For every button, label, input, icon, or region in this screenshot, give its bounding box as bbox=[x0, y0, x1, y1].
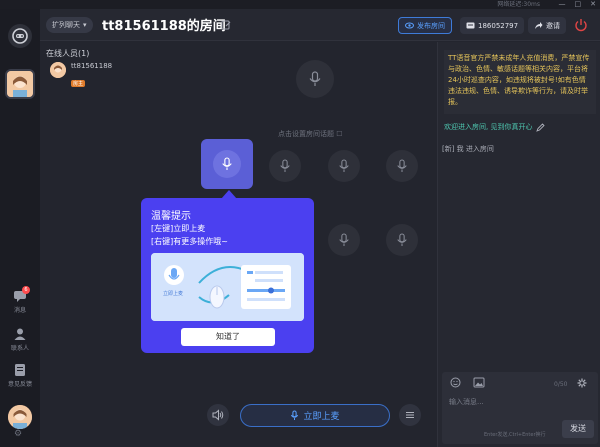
chat-settings-gear-icon[interactable] bbox=[577, 378, 587, 388]
microphone-icon bbox=[397, 159, 407, 172]
app-logo-icon[interactable] bbox=[8, 24, 32, 48]
microphone-icon bbox=[291, 410, 299, 420]
account-id-label: 186052797 bbox=[478, 21, 519, 30]
minimize-button[interactable]: — bbox=[559, 0, 566, 9]
member-avatar bbox=[50, 62, 66, 78]
share-icon bbox=[535, 22, 543, 29]
rail-label-messages: 消息 bbox=[13, 307, 26, 314]
edit-icon: ☐ bbox=[336, 130, 343, 138]
more-menu-button[interactable] bbox=[399, 404, 421, 426]
tip-illustration: 立即上麦 bbox=[151, 253, 304, 321]
edit-welcome-icon[interactable] bbox=[536, 122, 546, 132]
microphone-icon bbox=[397, 233, 407, 246]
left-rail: 6 消息 联系人 意见反馈 ⚙ bbox=[0, 9, 40, 447]
got-it-button[interactable]: 知道了 bbox=[181, 328, 275, 346]
settings-gear-icon[interactable]: ⚙ bbox=[14, 429, 22, 439]
welcome-text: 欢迎进入房间, 见到你真开心 bbox=[444, 123, 533, 131]
room-mode-dropdown[interactable]: 扩列聊天 ▾ bbox=[46, 17, 93, 33]
host-mic-seat[interactable] bbox=[296, 60, 334, 98]
chevron-down-icon: ▾ bbox=[83, 21, 87, 29]
char-count: 0/50 bbox=[554, 381, 568, 388]
current-room-thumbnail[interactable] bbox=[5, 69, 35, 99]
room-topic-setter[interactable]: 点击设置房间话题 ☐ bbox=[278, 129, 343, 139]
tip-popup: 温馨提示 [左键]立即上麦 [右键]有更多操作哦~ 立即上麦 知道了 bbox=[141, 198, 314, 353]
invite-label: 邀请 bbox=[546, 21, 560, 30]
room-title: tt81561188的房间 bbox=[102, 19, 226, 34]
account-id-button[interactable]: 186052797 bbox=[460, 17, 525, 34]
rail-item-messages[interactable]: 6 消息 bbox=[0, 286, 40, 314]
join-mic-label: 立即上麦 bbox=[303, 412, 340, 422]
volume-button[interactable] bbox=[207, 404, 229, 426]
online-members-title: 在线人员(1) bbox=[46, 49, 90, 58]
menu-icon bbox=[406, 412, 414, 418]
rail-label-contacts: 联系人 bbox=[10, 345, 29, 352]
network-status: 网络延迟:30ms bbox=[497, 1, 540, 8]
messages-badge: 6 bbox=[22, 286, 30, 294]
host-tag: 房主 bbox=[71, 80, 86, 87]
voice-room-app: 网络延迟:30ms — □ ✕ 6 消息 联系人 意见反馈 ⚙ 扩列聊天 ▾ t… bbox=[0, 0, 600, 447]
microphone-icon bbox=[339, 233, 349, 246]
tip-line-right-click: [右键]有更多操作哦~ bbox=[151, 237, 228, 246]
mic-seat-7[interactable] bbox=[328, 224, 360, 256]
mic-seat-8[interactable] bbox=[386, 224, 418, 256]
image-icon[interactable] bbox=[473, 377, 485, 388]
member-name: tt81561188 bbox=[71, 62, 113, 70]
id-card-icon bbox=[466, 22, 475, 29]
welcome-message[interactable]: 欢迎进入房间, 见到你真开心 bbox=[444, 122, 546, 132]
send-hint: Enter发送,Ctrl+Enter换行 bbox=[484, 432, 546, 438]
maximize-button[interactable]: □ bbox=[575, 0, 582, 9]
microphone-icon bbox=[309, 71, 321, 86]
invite-button[interactable]: 邀请 bbox=[528, 17, 566, 34]
member-list-item[interactable]: tt81561188 房主 bbox=[50, 62, 112, 89]
exit-room-power-icon[interactable] bbox=[574, 18, 588, 32]
tip-line-left-click: [左键]立即上麦 bbox=[151, 224, 206, 233]
microphone-icon bbox=[339, 159, 349, 172]
publish-room-label: 发布房间 bbox=[417, 21, 445, 30]
tip-illustration-label: 立即上麦 bbox=[163, 291, 184, 297]
official-notice: TT语音官方严禁未成年人充值消费，严禁宣传与政治、色情、敏感话题等相关内容，平台… bbox=[444, 50, 596, 114]
chat-panel: TT语音官方严禁未成年人充值消费，严禁宣传与政治、色情、敏感话题等相关内容，平台… bbox=[437, 42, 600, 447]
close-window-button[interactable]: ✕ bbox=[590, 0, 596, 9]
user-avatar[interactable] bbox=[8, 405, 32, 429]
join-mic-button[interactable]: 立即上麦 bbox=[240, 404, 390, 427]
emoji-icon[interactable] bbox=[450, 377, 461, 388]
room-topic-placeholder: 点击设置房间话题 bbox=[278, 130, 334, 138]
tip-popup-title: 温馨提示 bbox=[151, 211, 191, 222]
room-header: 扩列聊天 ▾ tt81561188的房间 发布房间 186052797 邀请 bbox=[40, 9, 600, 41]
system-message: [新] 我 进入房间 bbox=[442, 145, 494, 153]
composer-tools bbox=[450, 377, 485, 388]
contacts-icon bbox=[14, 328, 26, 340]
speaker-icon bbox=[212, 409, 224, 421]
publish-room-button[interactable]: 发布房间 bbox=[398, 17, 452, 34]
mic-seat-2[interactable] bbox=[269, 150, 301, 182]
rail-label-feedback: 意见反馈 bbox=[7, 381, 32, 388]
message-composer: 0/50 Enter发送,Ctrl+Enter换行 发送 bbox=[442, 372, 598, 444]
edit-title-icon[interactable] bbox=[221, 20, 231, 30]
window-title-bar: 网络延迟:30ms — □ ✕ bbox=[0, 0, 600, 9]
message-input[interactable] bbox=[449, 396, 589, 408]
mic-seat-1-highlighted[interactable] bbox=[201, 139, 253, 189]
rail-item-feedback[interactable]: 意见反馈 bbox=[0, 363, 40, 388]
window-controls: — □ ✕ bbox=[559, 0, 597, 9]
microphone-icon bbox=[222, 157, 232, 170]
mic-seat-4[interactable] bbox=[386, 150, 418, 182]
rail-item-contacts[interactable]: 联系人 bbox=[0, 327, 40, 352]
feedback-icon bbox=[15, 364, 25, 376]
room-mode-label: 扩列聊天 bbox=[52, 21, 80, 29]
mic-seat-3[interactable] bbox=[328, 150, 360, 182]
microphone-icon bbox=[280, 159, 290, 172]
publish-icon bbox=[405, 22, 414, 29]
send-button[interactable]: 发送 bbox=[562, 420, 594, 438]
